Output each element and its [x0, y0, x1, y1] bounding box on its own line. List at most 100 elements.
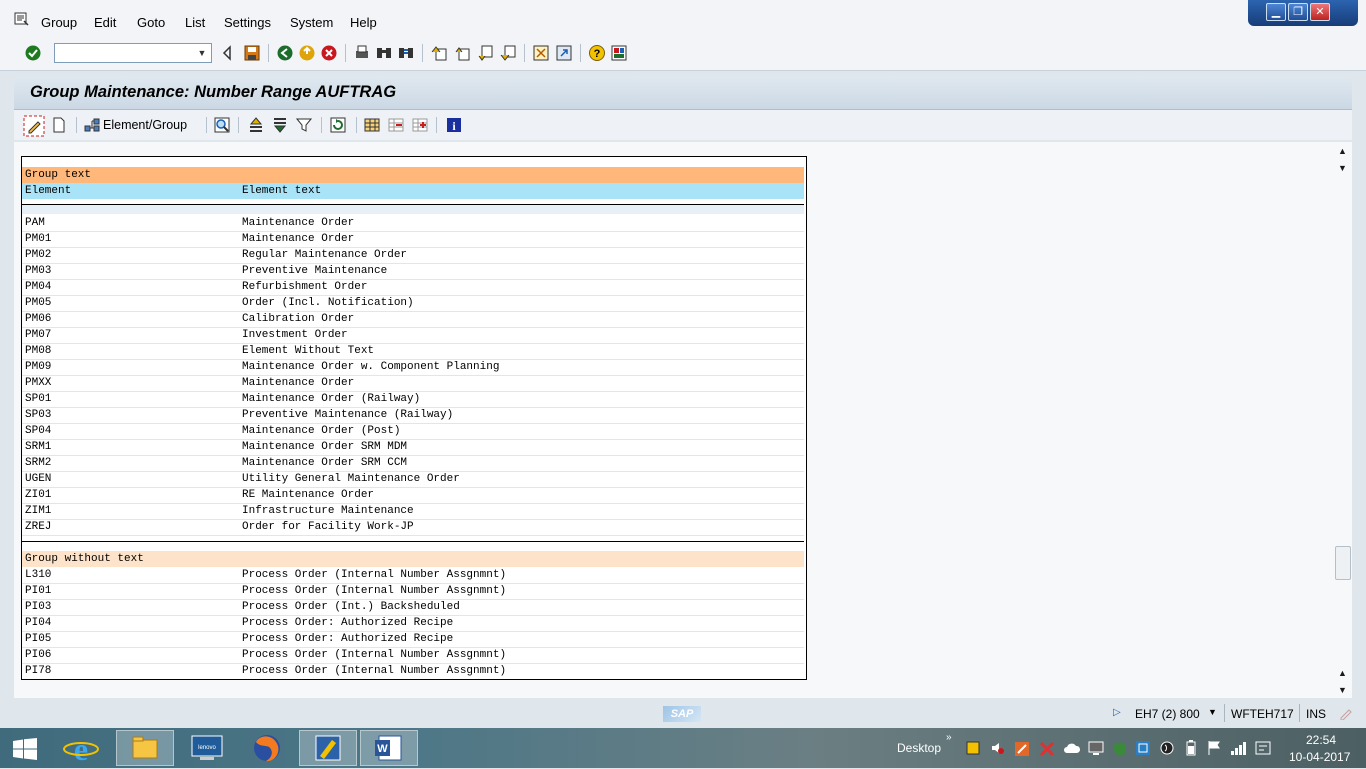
network-app-icon[interactable] — [1135, 740, 1151, 756]
first-page-icon[interactable] — [430, 44, 448, 62]
exit-icon[interactable] — [298, 44, 316, 62]
hierarchy-icon[interactable] — [84, 117, 100, 133]
close-button[interactable]: ✕ — [1310, 3, 1330, 21]
back-icon[interactable] — [276, 44, 294, 62]
list-row[interactable]: ZIM1 Infrastructure Maintenance — [22, 503, 804, 520]
windows-start-icon[interactable] — [12, 738, 38, 760]
scroll-down-icon[interactable]: ▼ — [1338, 163, 1348, 173]
list-row[interactable]: PI03 Process Order (Int.) Backsheduled — [22, 599, 804, 616]
find-next-icon[interactable] — [397, 44, 415, 62]
chevron-down-icon[interactable]: ▼ — [195, 45, 209, 61]
status-expand-icon[interactable]: ▷ — [1113, 707, 1121, 718]
menu-icon[interactable] — [14, 12, 30, 26]
menu-settings[interactable]: Settings — [224, 15, 271, 30]
scroll-thumb[interactable] — [1335, 546, 1351, 580]
audio-icon[interactable] — [1160, 740, 1174, 756]
back-arrow-icon[interactable] — [219, 44, 237, 62]
information-icon[interactable]: i — [446, 117, 462, 133]
tray-app-icon[interactable] — [1039, 741, 1055, 757]
expand-icon[interactable] — [388, 117, 404, 133]
desktop-toolbar-label[interactable]: Desktop — [897, 741, 941, 755]
list-row[interactable]: PI06 Process Order (Internal Number Assgn… — [22, 647, 804, 664]
table-icon[interactable] — [364, 117, 380, 133]
menu-list[interactable]: List — [185, 15, 205, 30]
file-explorer-icon[interactable] — [116, 730, 174, 766]
find-icon[interactable] — [375, 44, 393, 62]
list-row[interactable]: PM04 Refurbishment Order — [22, 279, 804, 296]
tray-app-icon[interactable] — [966, 741, 980, 755]
list-row[interactable]: PI78 Process Order (Internal Number Assgn… — [22, 663, 804, 679]
menu-edit[interactable]: Edit — [94, 15, 116, 30]
list-row[interactable]: PAM Maintenance Order — [22, 215, 804, 232]
list-row[interactable]: PM03 Preventive Maintenance — [22, 263, 804, 280]
list-row[interactable]: ZI01 RE Maintenance Order — [22, 487, 804, 504]
language-icon[interactable] — [1255, 741, 1271, 755]
menu-help[interactable]: Help — [350, 15, 377, 30]
list-row[interactable]: SRM1 Maintenance Order SRM MDM — [22, 439, 804, 456]
collapse-icon[interactable] — [412, 117, 428, 133]
shortcut-icon[interactable] — [555, 44, 573, 62]
list-row[interactable]: PM06 Calibration Order — [22, 311, 804, 328]
internet-explorer-icon[interactable]: e — [52, 730, 110, 767]
command-field[interactable]: ▼ — [54, 43, 212, 63]
new-document-icon[interactable] — [51, 117, 67, 133]
chevron-down-icon[interactable]: ▼ — [1208, 707, 1217, 717]
word-icon[interactable]: W — [360, 730, 418, 766]
flag-icon[interactable] — [1207, 740, 1221, 756]
list-row[interactable]: SP03 Preventive Maintenance (Railway) — [22, 407, 804, 424]
list-row[interactable]: PM05 Order (Incl. Notification) — [22, 295, 804, 312]
list-row[interactable]: PI05 Process Order: Authorized Recipe — [22, 631, 804, 648]
layout-menu-icon[interactable] — [610, 44, 628, 62]
sort-descending-icon[interactable] — [272, 117, 288, 133]
menu-group[interactable]: Group — [41, 15, 77, 30]
scroll-up-icon[interactable]: ▲ — [1338, 146, 1348, 156]
sap-logon-icon[interactable] — [299, 730, 357, 766]
security-icon[interactable] — [1112, 741, 1128, 757]
save-icon[interactable] — [243, 44, 261, 62]
minimize-button[interactable]: ▁ — [1266, 3, 1286, 21]
list-row[interactable]: PM08 Element Without Text — [22, 343, 804, 360]
list-row[interactable]: PMXX Maintenance Order — [22, 375, 804, 392]
list-row[interactable]: SP04 Maintenance Order (Post) — [22, 423, 804, 440]
last-page-icon[interactable] — [499, 44, 517, 62]
list-row[interactable]: PM07 Investment Order — [22, 327, 804, 344]
print-icon[interactable] — [353, 44, 371, 62]
list-row[interactable]: L310 Process Order (Internal Number Assgn… — [22, 567, 804, 584]
create-session-icon[interactable] — [532, 44, 550, 62]
lenovo-app-icon[interactable]: lenovo — [178, 730, 236, 766]
display-change-icon[interactable] — [23, 115, 45, 137]
list-row[interactable]: PM01 Maintenance Order — [22, 231, 804, 248]
wifi-signal-icon[interactable] — [1230, 741, 1248, 755]
list-row[interactable]: PM09 Maintenance Order w. Component Plann… — [22, 359, 804, 376]
tray-app-icon[interactable] — [1014, 741, 1030, 757]
restore-button[interactable]: ❐ — [1288, 3, 1308, 21]
list-row[interactable]: UGEN Utility General Maintenance Order — [22, 471, 804, 488]
refresh-icon[interactable] — [330, 117, 346, 133]
list-row[interactable]: PM02 Regular Maintenance Order — [22, 247, 804, 264]
battery-icon[interactable] — [1186, 740, 1196, 756]
cancel-icon[interactable] — [320, 44, 338, 62]
help-icon[interactable]: ? — [588, 44, 606, 62]
list-row[interactable]: SRM2 Maintenance Order SRM CCM — [22, 455, 804, 472]
scroll-up-icon[interactable]: ▲ — [1338, 668, 1348, 678]
filter-icon[interactable] — [296, 117, 312, 133]
element-group-button[interactable]: Element/Group — [103, 118, 187, 132]
list-row[interactable]: PI04 Process Order: Authorized Recipe — [22, 615, 804, 632]
chevron-icon[interactable]: » — [946, 732, 952, 743]
next-page-icon[interactable] — [476, 44, 494, 62]
previous-page-icon[interactable] — [453, 44, 471, 62]
sort-ascending-icon[interactable] — [248, 117, 264, 133]
list-row[interactable]: ZREJ Order for Facility Work-JP — [22, 519, 804, 536]
scroll-down-icon[interactable]: ▼ — [1338, 685, 1348, 695]
list-row[interactable]: SP01 Maintenance Order (Railway) — [22, 391, 804, 408]
menu-system[interactable]: System — [290, 15, 333, 30]
clock-date[interactable]: 10-04-2017 — [1289, 750, 1350, 764]
volume-muted-icon[interactable] — [990, 741, 1004, 755]
zoom-icon[interactable] — [214, 117, 230, 133]
vertical-scrollbar[interactable]: ▲ ▼ ▲ ▼ — [1334, 142, 1352, 698]
list-row[interactable]: PI01 Process Order (Internal Number Assgn… — [22, 583, 804, 600]
enter-icon[interactable] — [24, 44, 42, 62]
menu-goto[interactable]: Goto — [137, 15, 165, 30]
clock-time[interactable]: 22:54 — [1306, 733, 1336, 747]
monitor-icon[interactable] — [1088, 740, 1104, 756]
